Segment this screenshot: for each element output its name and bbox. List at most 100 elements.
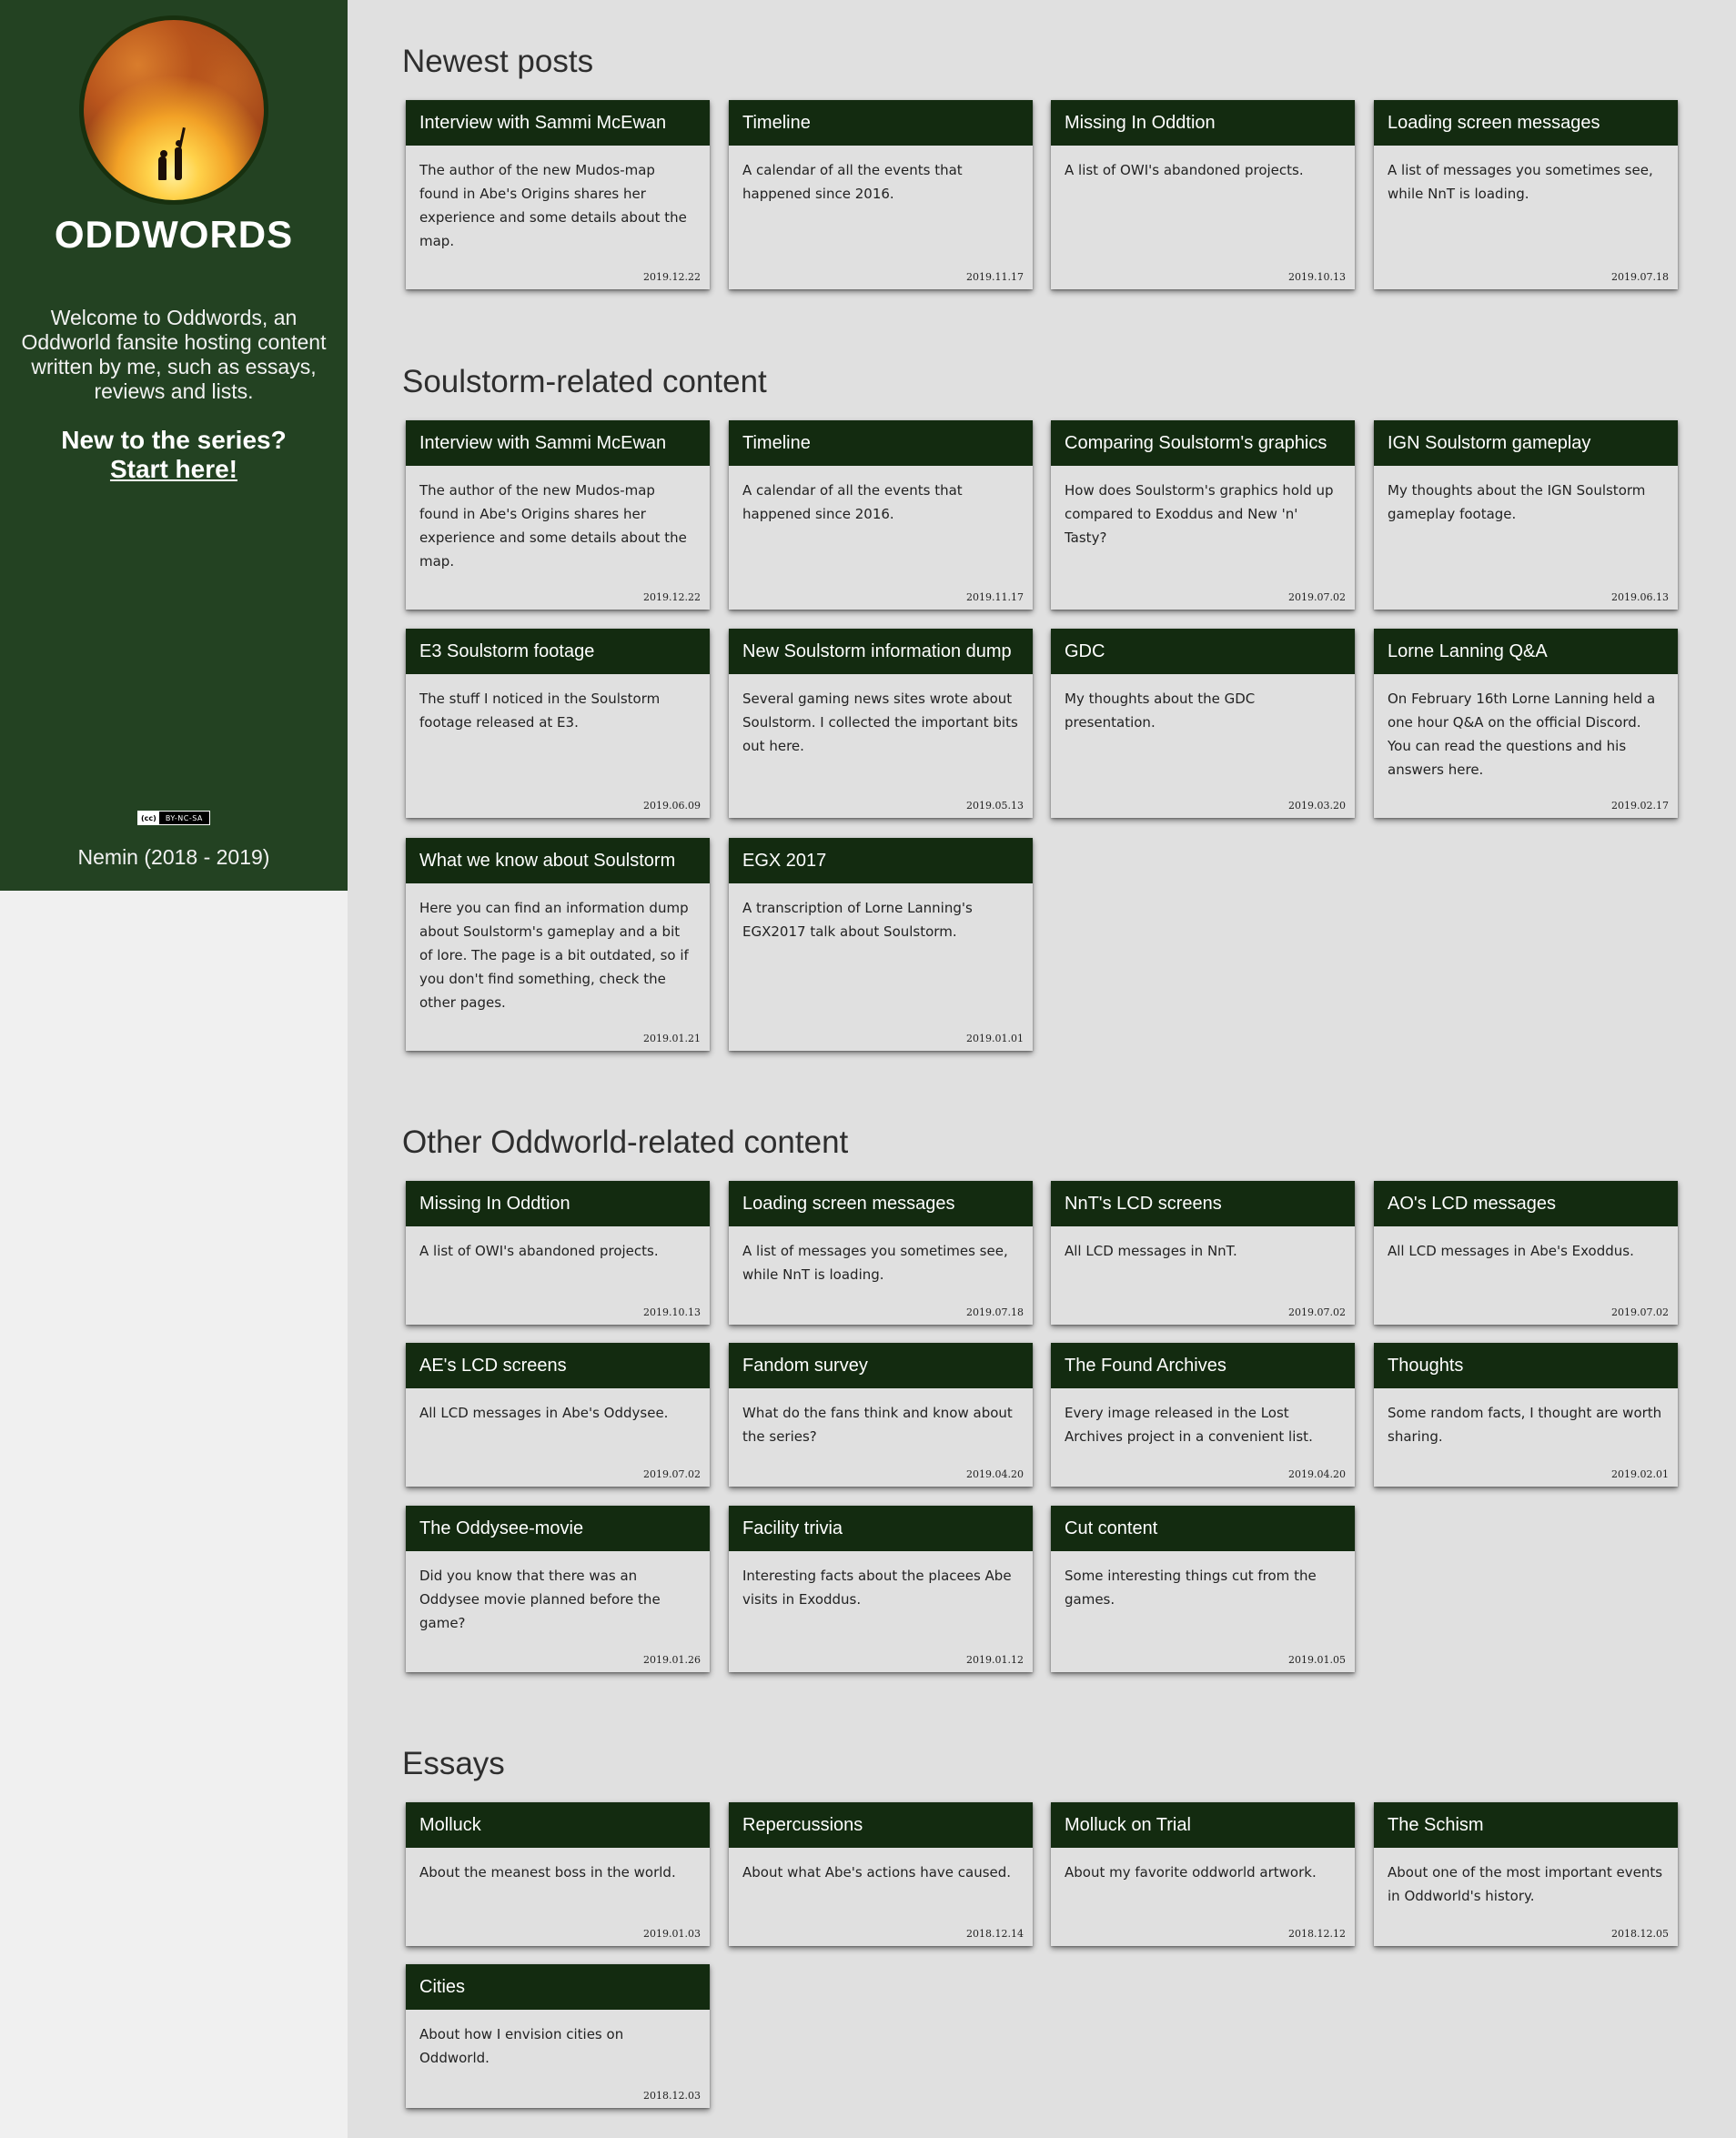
post-card[interactable]: Timeline A calendar of all the events th… bbox=[729, 100, 1033, 289]
post-card-title[interactable]: NnT's LCD screens bbox=[1051, 1181, 1355, 1226]
post-card[interactable]: Interview with Sammi McEwan The author o… bbox=[406, 100, 710, 289]
post-card-desc: All LCD messages in NnT. bbox=[1065, 1243, 1237, 1259]
post-card-date: 2019.04.20 bbox=[966, 1468, 1024, 1480]
post-card[interactable]: AE's LCD screens All LCD messages in Abe… bbox=[406, 1343, 710, 1487]
post-card-title[interactable]: New Soulstorm information dump bbox=[729, 629, 1033, 674]
post-card[interactable]: E3 Soulstorm footage The stuff I noticed… bbox=[406, 629, 710, 818]
post-card-title[interactable]: AE's LCD screens bbox=[406, 1343, 710, 1388]
post-card-title[interactable]: Loading screen messages bbox=[1374, 100, 1678, 146]
post-card-title[interactable]: The Schism bbox=[1374, 1802, 1678, 1848]
post-card-date: 2019.01.03 bbox=[643, 1928, 701, 1940]
sidebar: ODDWORDS Welcome to Oddwords, an Oddworl… bbox=[0, 0, 348, 891]
post-card[interactable]: Comparing Soulstorm's graphics How does … bbox=[1051, 420, 1355, 610]
post-card[interactable]: The Found Archives Every image released … bbox=[1051, 1343, 1355, 1487]
post-card-desc: Some random facts, I thought are worth s… bbox=[1388, 1405, 1662, 1445]
post-card[interactable]: The Schism About one of the most importa… bbox=[1374, 1802, 1678, 1946]
cc-icon: (cc) bbox=[138, 812, 159, 824]
post-card[interactable]: Cut content Some interesting things cut … bbox=[1051, 1506, 1355, 1672]
post-card-title[interactable]: Molluck bbox=[406, 1802, 710, 1848]
post-card[interactable]: What we know about Soulstorm Here you ca… bbox=[406, 838, 710, 1051]
post-card-desc: Several gaming news sites wrote about So… bbox=[742, 691, 1018, 754]
post-card-title[interactable]: Facility trivia bbox=[729, 1506, 1033, 1551]
post-card-title[interactable]: Cut content bbox=[1051, 1506, 1355, 1551]
post-card-date: 2019.07.02 bbox=[643, 1468, 701, 1480]
post-card-date: 2019.01.26 bbox=[643, 1654, 701, 1666]
post-card[interactable]: Molluck on Trial About my favorite oddwo… bbox=[1051, 1802, 1355, 1946]
post-card-date: 2018.12.14 bbox=[966, 1928, 1024, 1940]
section-title-soulstorm: Soulstorm-related content bbox=[402, 364, 767, 399]
post-card-date: 2019.11.17 bbox=[966, 271, 1024, 283]
post-card-desc: About one of the most important events i… bbox=[1388, 1864, 1663, 1904]
post-card[interactable]: New Soulstorm information dump Several g… bbox=[729, 629, 1033, 818]
post-card[interactable]: Lorne Lanning Q&A On February 16th Lorne… bbox=[1374, 629, 1678, 818]
post-card[interactable]: Missing In Oddtion A list of OWI's aband… bbox=[1051, 100, 1355, 289]
post-card-title[interactable]: GDC bbox=[1051, 629, 1355, 674]
post-card-desc: Some interesting things cut from the gam… bbox=[1065, 1568, 1317, 1608]
post-card-date: 2019.07.02 bbox=[1611, 1306, 1669, 1318]
post-card-title[interactable]: AO's LCD messages bbox=[1374, 1181, 1678, 1226]
post-card-title[interactable]: Timeline bbox=[729, 100, 1033, 146]
post-card-date: 2019.02.17 bbox=[1611, 800, 1669, 812]
post-card[interactable]: IGN Soulstorm gameplay My thoughts about… bbox=[1374, 420, 1678, 610]
post-card-title[interactable]: The Found Archives bbox=[1051, 1343, 1355, 1388]
post-card-title[interactable]: Missing In Oddtion bbox=[406, 1181, 710, 1226]
site-title[interactable]: ODDWORDS bbox=[0, 213, 348, 257]
post-card-title[interactable]: Missing In Oddtion bbox=[1051, 100, 1355, 146]
site-logo[interactable] bbox=[79, 15, 268, 205]
post-card-desc: My thoughts about the IGN Soulstorm game… bbox=[1388, 482, 1646, 522]
post-card-desc: A transcription of Lorne Lanning's EGX20… bbox=[742, 900, 973, 940]
post-card[interactable]: Cities About how I envision cities on Od… bbox=[406, 1964, 710, 2108]
post-card-title[interactable]: Lorne Lanning Q&A bbox=[1374, 629, 1678, 674]
post-card[interactable]: Fandom survey What do the fans think and… bbox=[729, 1343, 1033, 1487]
post-card-desc: A calendar of all the events that happen… bbox=[742, 162, 963, 202]
post-card-date: 2019.05.13 bbox=[966, 800, 1024, 812]
post-card-date: 2019.02.01 bbox=[1611, 1468, 1669, 1480]
post-card[interactable]: Interview with Sammi McEwan The author o… bbox=[406, 420, 710, 610]
post-card-title[interactable]: Interview with Sammi McEwan bbox=[406, 420, 710, 466]
post-card-date: 2019.11.17 bbox=[966, 591, 1024, 603]
post-card-title[interactable]: Fandom survey bbox=[729, 1343, 1033, 1388]
post-card-title[interactable]: Interview with Sammi McEwan bbox=[406, 100, 710, 146]
post-card[interactable]: Facility trivia Interesting facts about … bbox=[729, 1506, 1033, 1672]
copyright: Nemin (2018 - 2019) bbox=[77, 845, 270, 869]
post-card[interactable]: AO's LCD messages All LCD messages in Ab… bbox=[1374, 1181, 1678, 1325]
post-card-desc: The stuff I noticed in the Soulstorm foo… bbox=[419, 691, 661, 731]
post-card-title[interactable]: E3 Soulstorm footage bbox=[406, 629, 710, 674]
post-card-desc: All LCD messages in Abe's Oddysee. bbox=[419, 1405, 669, 1421]
post-card-title[interactable]: Cities bbox=[406, 1964, 710, 2010]
post-card-date: 2019.10.13 bbox=[643, 1306, 701, 1318]
post-card[interactable]: Loading screen messages A list of messag… bbox=[729, 1181, 1033, 1325]
post-card-title[interactable]: EGX 2017 bbox=[729, 838, 1033, 883]
post-card-date: 2019.06.13 bbox=[1611, 591, 1669, 603]
post-card-date: 2019.01.01 bbox=[966, 1033, 1024, 1044]
post-card[interactable]: Loading screen messages A list of messag… bbox=[1374, 100, 1678, 289]
start-here-link[interactable]: Start here! bbox=[110, 455, 237, 484]
post-card[interactable]: Missing In Oddtion A list of OWI's aband… bbox=[406, 1181, 710, 1325]
post-card[interactable]: NnT's LCD screens All LCD messages in Nn… bbox=[1051, 1181, 1355, 1325]
post-card[interactable]: Thoughts Some random facts, I thought ar… bbox=[1374, 1343, 1678, 1487]
post-card-title[interactable]: What we know about Soulstorm bbox=[406, 838, 710, 883]
post-card-title[interactable]: Timeline bbox=[729, 420, 1033, 466]
post-card[interactable]: GDC My thoughts about the GDC presentati… bbox=[1051, 629, 1355, 818]
post-card-desc: About how I envision cities on Oddworld. bbox=[419, 2026, 624, 2066]
post-card-title[interactable]: Molluck on Trial bbox=[1051, 1802, 1355, 1848]
post-card-title[interactable]: Comparing Soulstorm's graphics bbox=[1051, 420, 1355, 466]
post-card[interactable]: Repercussions About what Abe's actions h… bbox=[729, 1802, 1033, 1946]
post-card-title[interactable]: Repercussions bbox=[729, 1802, 1033, 1848]
post-card-date: 2018.12.05 bbox=[1611, 1928, 1669, 1940]
post-card-desc: About my favorite oddworld artwork. bbox=[1065, 1864, 1317, 1881]
post-card-title[interactable]: IGN Soulstorm gameplay bbox=[1374, 420, 1678, 466]
post-card-title[interactable]: Loading screen messages bbox=[729, 1181, 1033, 1226]
post-card-title[interactable]: The Oddysee-movie bbox=[406, 1506, 710, 1551]
post-card-date: 2019.10.13 bbox=[1288, 271, 1346, 283]
post-card[interactable]: EGX 2017 A transcription of Lorne Lannin… bbox=[729, 838, 1033, 1051]
post-card-title[interactable]: Thoughts bbox=[1374, 1343, 1678, 1388]
post-card[interactable]: Timeline A calendar of all the events th… bbox=[729, 420, 1033, 610]
post-card-desc: Interesting facts about the placees Abe … bbox=[742, 1568, 1012, 1608]
section-title-oddworld: Other Oddworld-related content bbox=[402, 1124, 849, 1160]
post-card-desc: About the meanest boss in the world. bbox=[419, 1864, 676, 1881]
post-card-desc: What do the fans think and know about th… bbox=[742, 1405, 1013, 1445]
cc-license-badge[interactable]: (cc) BY-NC-SA bbox=[137, 811, 210, 825]
post-card[interactable]: Molluck About the meanest boss in the wo… bbox=[406, 1802, 710, 1946]
post-card[interactable]: The Oddysee-movie Did you know that ther… bbox=[406, 1506, 710, 1672]
